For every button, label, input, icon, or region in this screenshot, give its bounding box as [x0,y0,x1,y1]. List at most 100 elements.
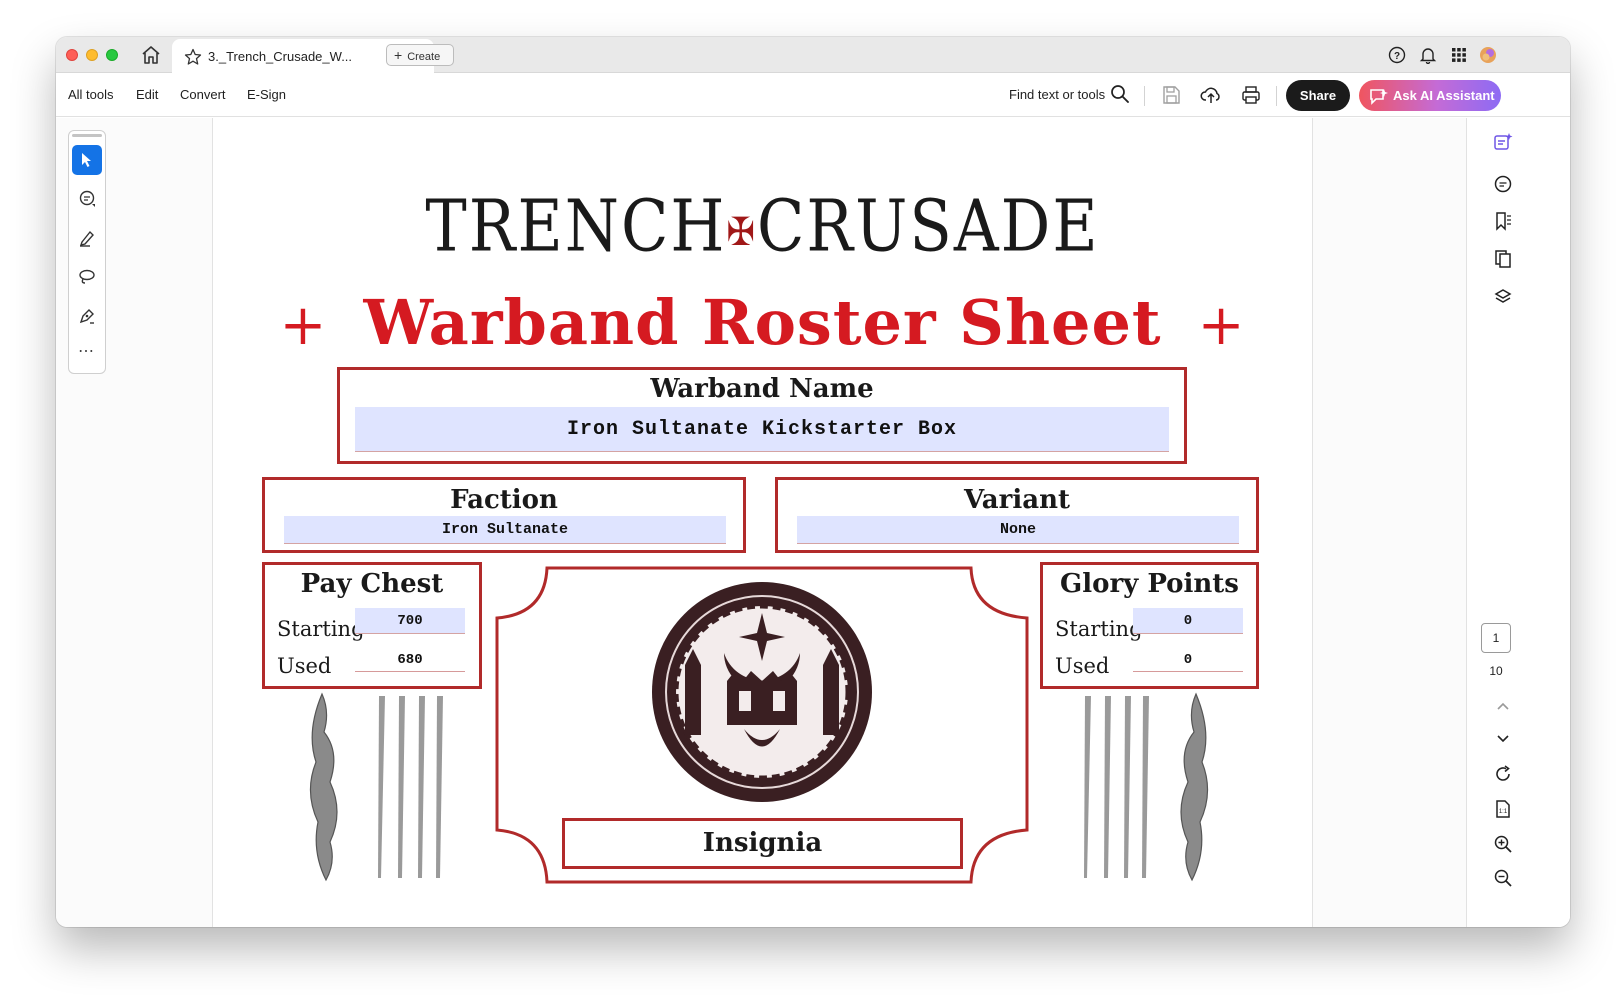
title-crusade: CRUSADE [756,184,1100,268]
warband-name-box: Warband Name Iron Sultanate Kickstarter … [337,367,1187,464]
heading-text: Warband Roster Sheet [363,286,1162,359]
right-tool-rail: 1 10 1:1 [1466,118,1570,927]
create-button[interactable]: + Create [386,44,454,66]
ai-assistant-button[interactable]: Ask AI Assistant [1359,80,1501,111]
minimize-window-button[interactable] [86,49,98,61]
pay-chest-starting-field[interactable]: 700 [355,608,465,634]
left-pane: ⋯ [56,118,213,927]
pay-chest-used-label: Used [277,654,332,678]
avatar[interactable] [1479,46,1497,64]
fit-page-icon[interactable]: 1:1 [1493,799,1513,819]
rotate-icon[interactable] [1493,764,1513,784]
ai-summary-icon[interactable] [1493,132,1513,152]
insignia-emblem-icon [652,582,872,802]
glory-points-box: Glory Points Starting 0 Used 0 [1040,562,1259,689]
roster-sheet-heading: + Warband Roster Sheet + [213,286,1312,359]
select-icon [82,153,91,167]
warband-name-label: Warband Name [650,374,874,404]
faction-box: Faction Iron Sultanate [262,477,746,553]
heading-plus-right: + [1197,293,1246,358]
zoom-out-icon[interactable] [1493,868,1513,888]
rail-drag-handle[interactable] [72,134,102,137]
close-window-button[interactable] [66,49,78,61]
svg-text:1:1: 1:1 [1499,809,1508,815]
more-tools-icon[interactable]: ⋯ [78,341,95,361]
plus-icon: + [394,47,403,63]
apps-grid-icon[interactable] [1450,46,1468,64]
glory-points-label: Glory Points [1060,569,1239,599]
variant-label: Variant [964,485,1070,515]
menu-all-tools[interactable]: All tools [68,87,114,102]
zoom-in-icon[interactable] [1493,834,1513,854]
pdf-page: TRENCH✠CRUSADE + Warband Roster Sheet + Wa… [213,118,1312,927]
page-up-icon[interactable] [1493,696,1513,716]
claw-marks-right-icon [1084,696,1149,878]
home-icon[interactable] [140,45,162,65]
ai-assistant-icon [1369,86,1389,105]
find-text-or-tools[interactable]: Find text or tools [1009,87,1105,102]
notification-bell-icon[interactable] [1419,46,1437,65]
app-window: 3._Trench_Crusade_W... ✕ +Create ? All t… [56,37,1570,927]
pay-chest-label: Pay Chest [300,569,444,599]
cross-icon: ✠ [726,209,757,256]
insignia-label-box: Insignia [562,818,963,869]
star-icon[interactable] [184,48,202,66]
gargoyle-column-left-icon [309,692,338,882]
svg-text:?: ? [1394,51,1400,62]
glory-used-label: Used [1055,654,1110,678]
cloud-upload-icon[interactable] [1200,84,1222,106]
highlight-pen-icon [79,230,94,247]
total-pages: 10 [1489,664,1503,678]
print-icon[interactable] [1240,84,1262,106]
menu-convert[interactable]: Convert [180,87,226,102]
title-trench: TRENCH [425,184,727,268]
select-tool-button[interactable] [72,145,102,175]
ai-assistant-label: Ask AI Assistant [1393,88,1495,103]
toolbar-divider [1276,86,1277,106]
current-page-input[interactable]: 1 [1481,623,1511,653]
heading-plus-left: + [279,293,328,358]
glory-used-field[interactable]: 0 [1133,652,1243,668]
save-icon[interactable] [1160,84,1182,106]
insignia-label: Insignia [702,828,823,858]
sign-tool-button[interactable] [72,301,102,331]
search-icon[interactable] [1110,84,1130,104]
highlight-tool-button[interactable] [72,223,102,253]
toolbar-divider [1144,86,1145,106]
sign-pen-icon [79,309,94,324]
tab-title: 3._Trench_Crusade_W... [208,49,353,64]
claw-marks-left-icon [378,696,443,878]
main-toolbar: All tools Edit Convert E-Sign Find text … [56,73,1570,117]
variant-box: Variant None [775,477,1259,553]
create-label: Create [407,51,441,63]
comment-icon [79,190,95,207]
zoom-window-button[interactable] [106,49,118,61]
share-button[interactable]: Share [1286,80,1350,111]
variant-field[interactable]: None [797,516,1239,544]
layers-icon[interactable] [1493,287,1513,307]
lasso-icon [79,269,95,284]
faction-label: Faction [450,485,558,515]
faction-field[interactable]: Iron Sultanate [284,516,726,544]
pay-chest-used-field[interactable]: 680 [355,652,465,668]
draw-tool-button[interactable] [72,262,102,292]
pay-chest-starting-label: Starting [277,617,365,641]
page-down-icon[interactable] [1493,728,1513,748]
bookmark-icon[interactable] [1493,211,1513,231]
help-icon[interactable]: ? [1388,46,1406,64]
copy-pages-icon[interactable] [1493,249,1513,269]
comment-panel-icon[interactable] [1493,174,1513,194]
warband-name-field[interactable]: Iron Sultanate Kickstarter Box [355,407,1169,452]
pay-chest-box: Pay Chest Starting 700 Used 680 [262,562,482,689]
quick-tool-rail: ⋯ [68,130,106,374]
gargoyle-column-right-icon [1180,692,1209,882]
glory-starting-label: Starting [1055,617,1143,641]
menu-e-sign[interactable]: E-Sign [247,87,286,102]
comment-tool-button[interactable] [72,184,102,214]
title-bar: 3._Trench_Crusade_W... ✕ +Create ? [56,37,1570,73]
document-title: TRENCH✠CRUSADE [213,184,1312,268]
pay-chest-used-underline [355,671,465,672]
glory-used-underline [1133,671,1243,672]
glory-starting-field[interactable]: 0 [1133,608,1243,634]
menu-edit[interactable]: Edit [136,87,158,102]
